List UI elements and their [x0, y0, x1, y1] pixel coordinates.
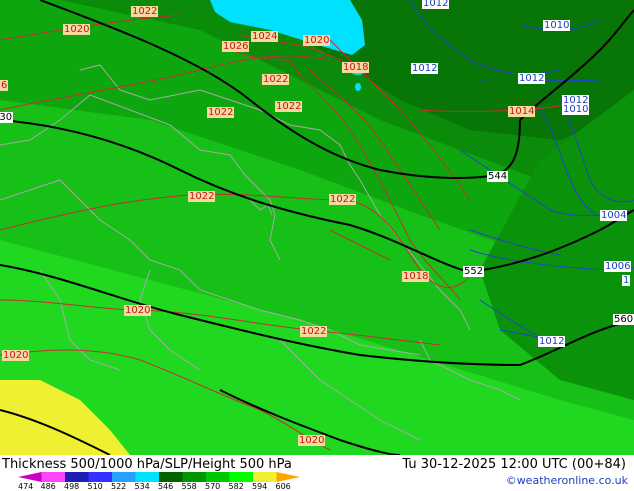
colorbar-swatch — [159, 472, 183, 482]
footer: Thickness 500/1000 hPa/SLP/Height 500 hP… — [0, 455, 634, 491]
slp-label: 1022 — [300, 326, 328, 337]
slp-label: 1010 — [543, 20, 571, 31]
slp-label: 1020 — [124, 305, 152, 316]
colorbar-swatch — [135, 472, 160, 482]
weather-map — [0, 0, 634, 455]
slp-label: 1012 — [422, 0, 450, 9]
slp-label: 1018 — [342, 62, 370, 73]
slp-label: 1022 — [188, 191, 216, 202]
map-title: Thickness 500/1000 hPa/SLP/Height 500 hP… — [2, 457, 292, 472]
slp-label: 1022 — [275, 101, 303, 112]
slp-label: 1022 — [207, 107, 235, 118]
cyan-patch-small — [355, 83, 361, 91]
slp-label: 1014 — [508, 106, 536, 117]
slp-label: 1004 — [600, 210, 628, 221]
slp-label: 1020 — [2, 350, 30, 361]
colorbar-swatch — [41, 472, 66, 482]
colorbar-swatch — [18, 472, 42, 482]
colorbar-swatch — [253, 472, 277, 482]
slp-label: 1024 — [251, 31, 279, 42]
slp-label: 1012 — [411, 63, 439, 74]
slp-label: 1018 — [402, 271, 430, 282]
colorbar-swatch — [65, 472, 89, 482]
slp-label: 1006 — [604, 261, 632, 272]
slp-label: 1020 — [298, 435, 326, 446]
colorbar-swatch — [229, 472, 254, 482]
credit: ©weatheronline.co.uk — [505, 474, 628, 487]
colorbar-swatch — [88, 472, 113, 482]
colorbar-swatch — [276, 472, 300, 482]
slp-label: 1020 — [303, 35, 331, 46]
colorbar — [18, 472, 300, 482]
colorbar-swatch — [182, 472, 207, 482]
forecast-datetime: Tu 30-12-2025 12:00 UTC (00+84) — [402, 457, 626, 472]
height-label: 552 — [463, 266, 485, 277]
slp-label: 1022 — [262, 74, 290, 85]
slp-label: 1012 — [538, 336, 566, 347]
height-label: 560 — [613, 314, 634, 325]
colorbar-swatch — [112, 472, 136, 482]
slp-label: 1012 — [518, 73, 546, 84]
slp-label: 1022 — [131, 6, 159, 17]
height-label: 530 — [0, 112, 14, 123]
slp-label: 1 — [622, 275, 631, 286]
slp-label: 1022 — [329, 194, 357, 205]
height-label: 544 — [487, 171, 509, 182]
slp-label: 1010 — [562, 104, 590, 115]
slp-label: 1020 — [63, 24, 91, 35]
colorbar-swatch — [206, 472, 230, 482]
slp-label: 1026 — [222, 41, 250, 52]
slp-label: 6 — [0, 80, 9, 91]
